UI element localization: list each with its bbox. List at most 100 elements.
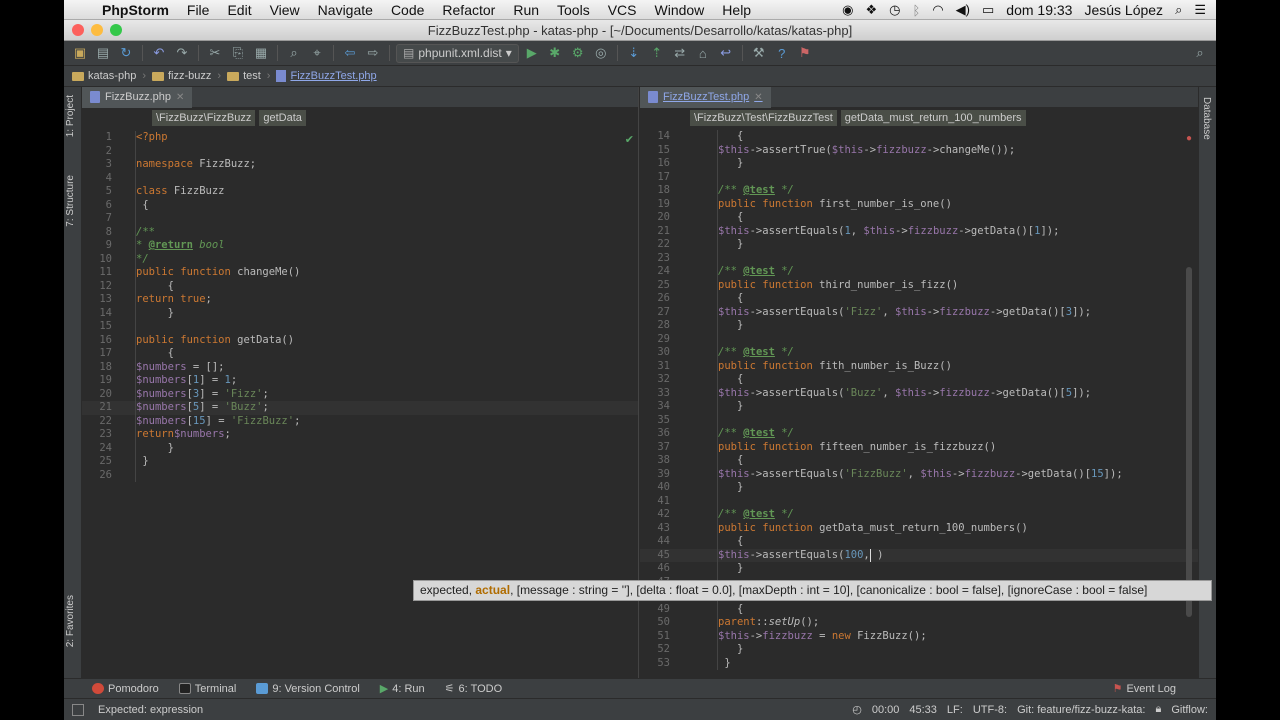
app-menu[interactable]: PhpStorm xyxy=(102,2,169,18)
find-icon[interactable]: ⌕ xyxy=(284,43,304,63)
nav-crumb-test[interactable]: test xyxy=(227,70,261,82)
undo-icon[interactable]: ↶ xyxy=(149,43,169,63)
parameter-info-tooltip: expected, actual, [message : string = ''… xyxy=(413,580,1212,601)
menu-view[interactable]: View xyxy=(270,2,300,18)
tool-tab-todo[interactable]: ⚟ 6: TODO xyxy=(445,682,503,696)
breadcrumb-method[interactable]: getData_must_return_100_numbers xyxy=(840,110,1026,126)
help-icon[interactable]: ? xyxy=(772,43,792,63)
caret-position[interactable]: 45:33 xyxy=(909,704,937,716)
editor-tab-fizzbuzz[interactable]: FizzBuzz.php ✕ xyxy=(82,87,193,108)
dropbox-icon[interactable]: ❖ xyxy=(866,2,878,18)
close-icon[interactable]: ✕ xyxy=(176,92,184,103)
menu-edit[interactable]: Edit xyxy=(227,2,251,18)
coverage-icon[interactable]: ⚙ xyxy=(568,43,588,63)
copy-icon[interactable]: ⎘ xyxy=(228,43,248,63)
redo-icon[interactable]: ↷ xyxy=(172,43,192,63)
menu-help[interactable]: Help xyxy=(722,2,751,18)
zoom-window-icon[interactable] xyxy=(110,24,122,36)
tool-tab-terminal[interactable]: Terminal xyxy=(178,683,236,695)
folder-icon xyxy=(151,71,164,81)
menu-vcs[interactable]: VCS xyxy=(608,2,637,18)
profile-icon[interactable]: ◎ xyxy=(591,43,611,63)
mac-menubar: PhpStorm File Edit View Navigate Code Re… xyxy=(64,0,1216,20)
timer[interactable]: 00:00 xyxy=(872,704,900,716)
tool-tab-structure[interactable]: 7: Structure xyxy=(65,175,76,227)
breadcrumb-class[interactable]: \FizzBuzz\Test\FizzBuzzTest xyxy=(690,110,837,126)
search-everywhere-icon[interactable]: ⌕ xyxy=(1190,43,1210,63)
open-icon[interactable]: ▣ xyxy=(70,43,90,63)
tool-tab-run[interactable]: ▶ 4: Run xyxy=(379,682,425,696)
user-name[interactable]: Jesús López xyxy=(1084,2,1163,18)
tool-tab-event-log[interactable]: ⚑ Event Log xyxy=(1112,682,1176,696)
status-message: Expected: expression xyxy=(98,703,204,716)
breadcrumb-method[interactable]: getData xyxy=(259,110,306,126)
error-marker-icon[interactable]: ● xyxy=(1186,133,1192,144)
vertical-scrollbar[interactable] xyxy=(1186,267,1192,617)
close-icon[interactable]: ✕ xyxy=(754,92,762,103)
spotlight-icon[interactable]: ⌕ xyxy=(1175,2,1182,18)
bluetooth-icon[interactable]: ᛒ xyxy=(913,3,921,18)
back-icon[interactable]: ⇦ xyxy=(340,43,360,63)
editor-tab-label: FizzBuzzTest.php xyxy=(663,91,750,103)
nav-crumb-fizz-buzz[interactable]: fizz-buzz xyxy=(151,70,211,82)
navigation-bar: katas-php › fizz-buzz › test › FizzBuzzT… xyxy=(64,66,1216,87)
run-icon: ▶ xyxy=(379,683,389,695)
sync-icon[interactable]: ↻ xyxy=(116,43,136,63)
phpunit-icon: ▤ xyxy=(403,46,415,60)
plugin-icon[interactable]: ⚑ xyxy=(795,43,815,63)
gitflow[interactable]: Gitflow: xyxy=(1171,704,1208,716)
nav-crumb-project[interactable]: katas-php xyxy=(72,70,136,82)
clock[interactable]: dom 19:33 xyxy=(1006,2,1072,18)
toggle-tool-windows-icon[interactable] xyxy=(72,703,84,716)
event-log-icon: ⚑ xyxy=(1112,683,1123,695)
lock-icon[interactable]: 🔒︎ xyxy=(1155,703,1161,716)
volume-icon[interactable]: ◀) xyxy=(956,2,970,18)
time-machine-icon[interactable]: ◷ xyxy=(889,2,900,18)
tool-tab-favorites[interactable]: 2: Favorites xyxy=(65,595,76,647)
vcs-history-icon[interactable]: ⌂ xyxy=(693,43,713,63)
menu-tools[interactable]: Tools xyxy=(557,2,590,18)
cut-icon[interactable]: ✂ xyxy=(205,43,225,63)
record-icon[interactable]: ◉ xyxy=(842,2,853,18)
menu-file[interactable]: File xyxy=(187,2,210,18)
vcs-update-icon[interactable]: ⇣ xyxy=(624,43,644,63)
chevron-down-icon: ▾ xyxy=(505,46,512,60)
paste-icon[interactable]: ▦ xyxy=(251,43,271,63)
php-file-icon xyxy=(90,91,100,103)
tool-label: 4: Run xyxy=(392,682,425,695)
menu-run[interactable]: Run xyxy=(513,2,539,18)
tool-tab-database[interactable]: Database xyxy=(1201,97,1212,140)
nav-crumb-file[interactable]: FizzBuzzTest.php xyxy=(276,70,377,82)
run-config-select[interactable]: ▤ phpunit.xml.dist ▾ xyxy=(396,43,519,63)
vcs-revert-icon[interactable]: ↩ xyxy=(716,43,736,63)
breadcrumb-class[interactable]: \FizzBuzz\FizzBuzz xyxy=(152,110,256,126)
notification-icon[interactable]: ☰ xyxy=(1194,2,1206,18)
vcs-compare-icon[interactable]: ⇄ xyxy=(670,43,690,63)
menu-code[interactable]: Code xyxy=(391,2,424,18)
editor-tab-fizzbuzztest[interactable]: FizzBuzzTest.php ✕ xyxy=(640,87,771,108)
save-icon[interactable]: ▤ xyxy=(93,43,113,63)
wifi-icon[interactable]: ◠ xyxy=(932,2,943,18)
close-window-icon[interactable] xyxy=(72,24,84,36)
menu-window[interactable]: Window xyxy=(655,2,705,18)
git-branch[interactable]: Git: feature/fizz-buzz-kata: xyxy=(1017,704,1145,716)
menu-navigate[interactable]: Navigate xyxy=(318,2,373,18)
menu-refactor[interactable]: Refactor xyxy=(442,2,495,18)
code-area[interactable]: 1 <?php 2 3 namespace FizzBuzz; 4 5 clas… xyxy=(82,131,638,482)
line-separator[interactable]: LF: xyxy=(947,704,963,716)
run-icon[interactable]: ▶ xyxy=(522,43,542,63)
folder-icon xyxy=(72,71,84,81)
minimize-window-icon[interactable] xyxy=(91,24,103,36)
replace-icon[interactable]: ⌖ xyxy=(307,43,327,63)
file-encoding[interactable]: UTF-8: xyxy=(973,704,1007,716)
forward-icon[interactable]: ⇨ xyxy=(363,43,383,63)
timer-icon: ◴ xyxy=(852,704,862,716)
tool-tab-pomodoro[interactable]: Pomodoro xyxy=(92,683,159,695)
tool-tab-project[interactable]: 1: Project xyxy=(65,95,76,137)
settings-icon[interactable]: ⚒ xyxy=(749,43,769,63)
battery-icon[interactable]: ▭ xyxy=(982,2,994,18)
vcs-commit-icon[interactable]: ⇡ xyxy=(647,43,667,63)
tool-tab-version-control[interactable]: 9: Version Control xyxy=(256,683,360,695)
tool-label: 6: TODO xyxy=(458,682,503,695)
debug-icon[interactable]: ✱ xyxy=(545,43,565,63)
